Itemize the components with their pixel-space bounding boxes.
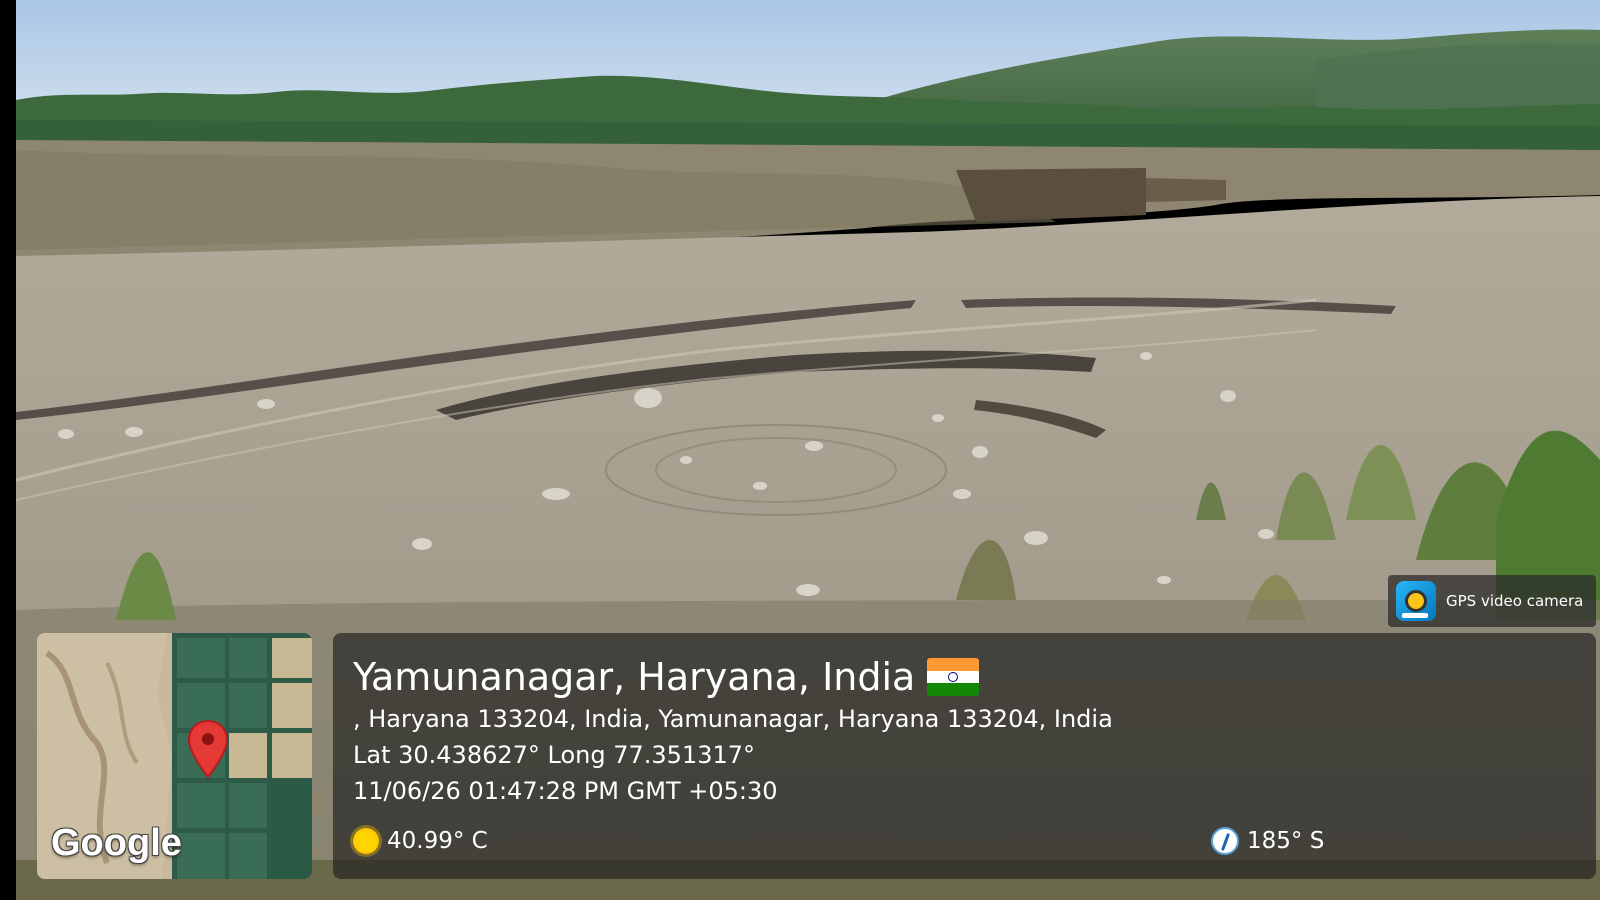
compass-icon <box>1211 827 1239 855</box>
map-pin-icon <box>187 719 229 783</box>
india-flag-icon <box>927 658 980 696</box>
datetime-line: 11/06/26 01:47:28 PM GMT +05:30 <box>353 777 778 805</box>
weather-compass-row: 40.99° C 185° S <box>353 823 1596 859</box>
temperature-readout: 40.99° C <box>353 828 488 854</box>
left-black-border <box>0 0 16 900</box>
location-title-row: Yamunanagar, Haryana, India <box>353 653 1596 701</box>
location-title: Yamunanagar, Haryana, India <box>353 655 916 699</box>
sun-icon <box>353 828 379 854</box>
compass-readout: 185° S <box>1211 827 1324 855</box>
google-logo: Google <box>51 822 182 864</box>
map-thumbnail: Google <box>37 633 312 879</box>
temperature-value: 40.99° C <box>387 828 488 854</box>
address-line: , Haryana 133204, India, Yamunanagar, Ha… <box>353 705 1113 733</box>
compass-heading: 185° S <box>1247 828 1325 854</box>
coordinates-line: Lat 30.438627° Long 77.351317° <box>353 741 756 769</box>
location-info-panel: Yamunanagar, Haryana, India , Haryana 13… <box>333 633 1596 879</box>
camera-app-icon <box>1396 581 1436 621</box>
app-badge-label: GPS video camera <box>1446 592 1584 610</box>
gps-app-badge: GPS video camera <box>1388 575 1596 627</box>
